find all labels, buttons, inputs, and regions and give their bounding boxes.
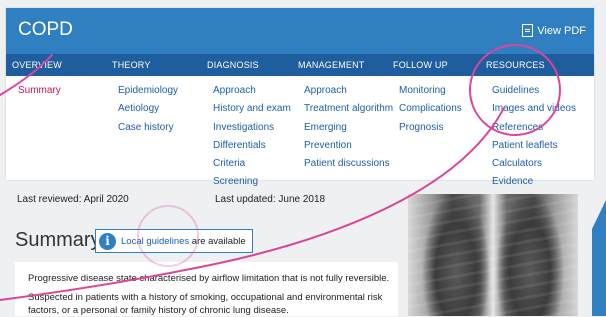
nav-column-follow-up: Monitoring Complications Prognosis xyxy=(399,82,462,137)
topic-title: COPD xyxy=(18,19,73,40)
nav-link-patient-discussions[interactable]: Patient discussions xyxy=(304,155,393,173)
info-icon: i xyxy=(99,233,116,250)
nav-heading-resources[interactable]: RESOURCES xyxy=(486,60,545,70)
topic-card: COPD View PDF OVERVIEW THEORY DIAGNOSIS … xyxy=(6,8,594,187)
summary-paragraph-2: Suspected in patients with a history of … xyxy=(28,292,383,316)
nav-link-management-approach[interactable]: Approach xyxy=(304,82,393,100)
nav-column-management: Approach Treatment algorithm Emerging Pr… xyxy=(304,82,393,173)
view-pdf-button[interactable]: View PDF xyxy=(522,24,586,37)
side-edge-tab xyxy=(592,200,606,316)
nav-column-resources: Guidelines Images and videos References … xyxy=(492,82,576,192)
nav-link-summary[interactable]: Summary xyxy=(18,82,61,100)
nav-heading-diagnosis[interactable]: DIAGNOSIS xyxy=(207,60,259,70)
nav-link-treatment-algorithm[interactable]: Treatment algorithm xyxy=(304,100,393,118)
nav-link-evidence[interactable]: Evidence xyxy=(492,173,576,191)
chest-xray-image[interactable] xyxy=(408,194,578,316)
nav-link-criteria[interactable]: Criteria xyxy=(213,155,291,173)
last-reviewed-text: Last reviewed: April 2020 xyxy=(17,194,129,205)
nav-link-images-and-videos[interactable]: Images and videos xyxy=(492,100,576,118)
summary-paragraph-1: Progressive disease state characterised … xyxy=(28,273,390,284)
nav-link-investigations[interactable]: Investigations xyxy=(213,119,291,137)
xray-rib-shading xyxy=(408,194,578,316)
nav-link-patient-leaflets[interactable]: Patient leaflets xyxy=(492,137,576,155)
pdf-icon xyxy=(522,24,534,37)
summary-card: Progressive disease state characterised … xyxy=(15,262,398,316)
summary-heading: Summary xyxy=(15,229,101,251)
nav-link-diagnosis-approach[interactable]: Approach xyxy=(213,82,291,100)
local-guidelines-notice: i Local guidelines are available xyxy=(95,229,253,253)
nav-link-aetiology[interactable]: Aetiology xyxy=(118,100,178,118)
section-nav-bar: OVERVIEW THEORY DIAGNOSIS MANAGEMENT FOL… xyxy=(6,54,594,76)
nav-column-diagnosis: Approach History and exam Investigations… xyxy=(213,82,291,192)
nav-link-prognosis[interactable]: Prognosis xyxy=(399,119,462,137)
view-pdf-label: View PDF xyxy=(537,24,586,37)
nav-link-complications[interactable]: Complications xyxy=(399,100,462,118)
nav-link-references[interactable]: References xyxy=(492,119,576,137)
nav-column-theory: Epidemiology Aetiology Case history xyxy=(118,82,178,137)
nav-link-guidelines[interactable]: Guidelines xyxy=(492,82,576,100)
nav-heading-follow-up[interactable]: FOLLOW UP xyxy=(393,60,448,70)
guidelines-notice-suffix: are available xyxy=(189,236,246,247)
nav-link-screening[interactable]: Screening xyxy=(213,173,291,191)
nav-heading-theory[interactable]: THEORY xyxy=(112,60,151,70)
nav-link-epidemiology[interactable]: Epidemiology xyxy=(118,82,178,100)
nav-link-monitoring[interactable]: Monitoring xyxy=(399,82,462,100)
nav-link-calculators[interactable]: Calculators xyxy=(492,155,576,173)
nav-link-emerging[interactable]: Emerging xyxy=(304,119,393,137)
nav-link-prevention[interactable]: Prevention xyxy=(304,137,393,155)
guidelines-notice-text: Local guidelines are available xyxy=(121,236,246,247)
nav-column-overview: Summary xyxy=(18,82,61,100)
nav-heading-management[interactable]: MANAGEMENT xyxy=(298,60,365,70)
nav-link-differentials[interactable]: Differentials xyxy=(213,137,291,155)
title-bar: COPD View PDF xyxy=(6,8,594,54)
last-updated-text: Last updated: June 2018 xyxy=(215,194,326,205)
nav-link-history-and-exam[interactable]: History and exam xyxy=(213,100,291,118)
nav-heading-overview[interactable]: OVERVIEW xyxy=(12,60,62,70)
local-guidelines-link[interactable]: Local guidelines xyxy=(121,236,189,247)
nav-link-case-history[interactable]: Case history xyxy=(118,119,178,137)
